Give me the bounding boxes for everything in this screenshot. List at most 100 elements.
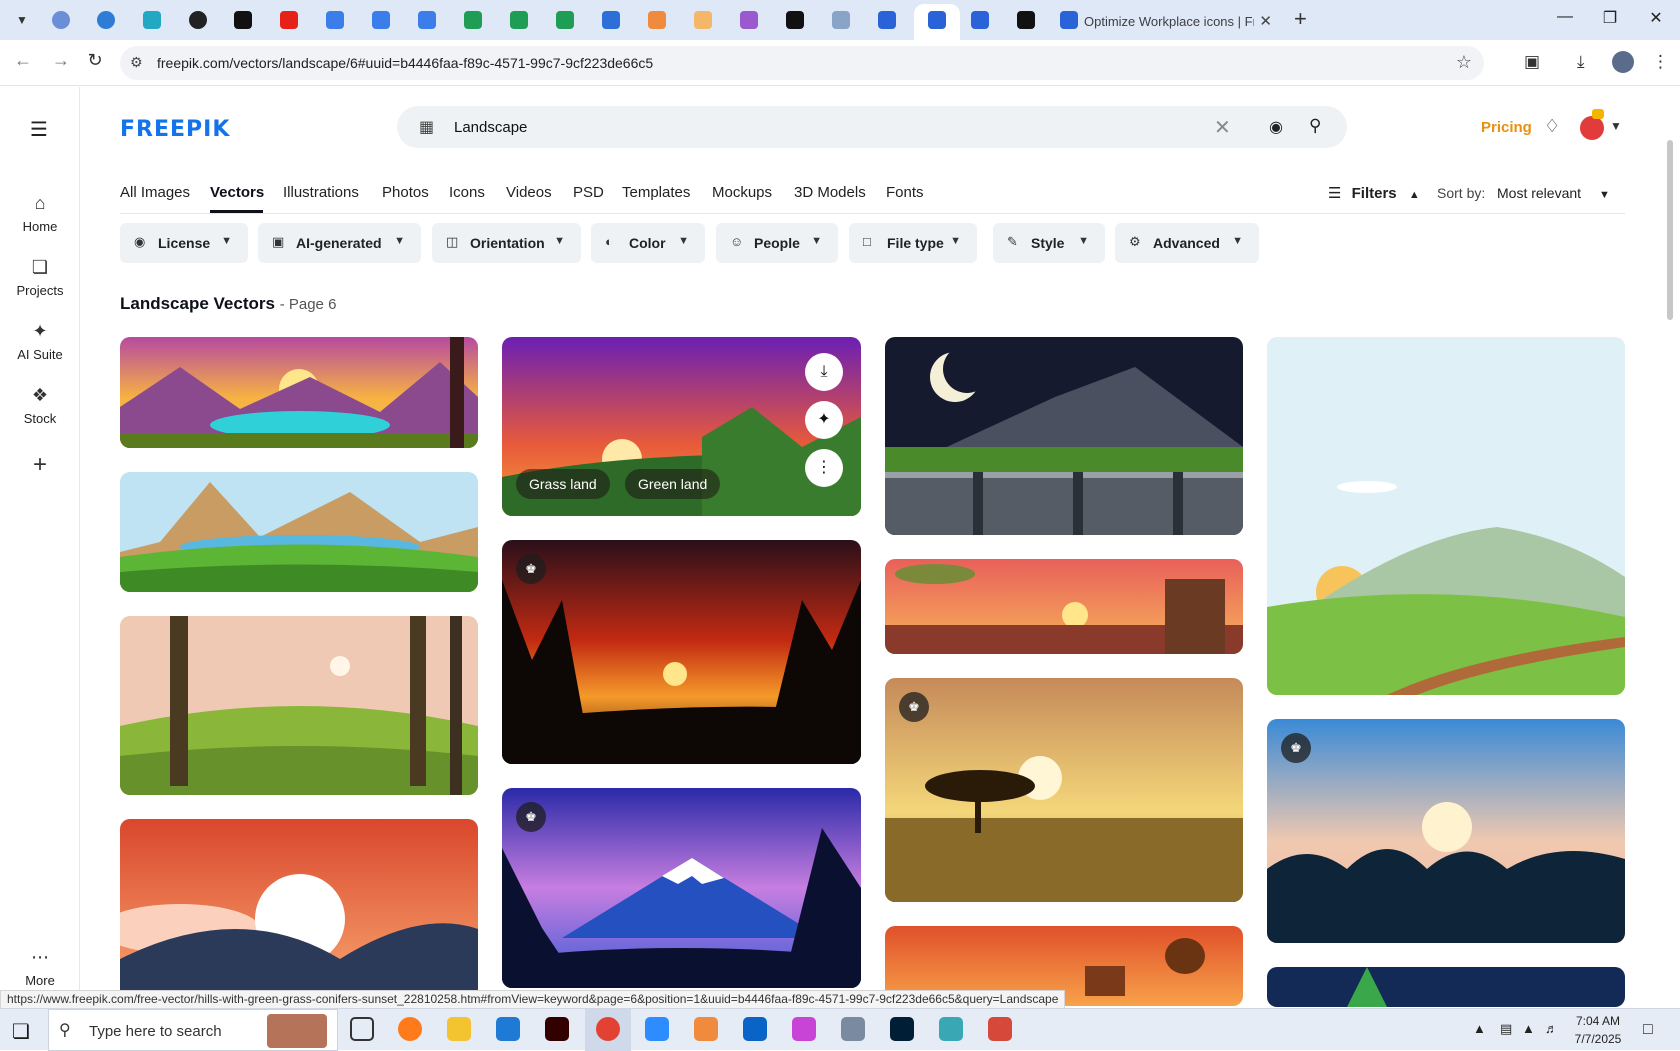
tab-illustrations[interactable]: Illustrations (283, 184, 359, 201)
more-options-button[interactable]: ⋮ (805, 449, 843, 487)
chip-style[interactable]: ✎ Style ▼ (993, 223, 1105, 263)
tab-favicon[interactable] (464, 11, 482, 29)
image-card[interactable] (1267, 967, 1625, 1007)
profile-avatar[interactable] (1612, 51, 1634, 73)
image-card[interactable]: ♚ (502, 788, 861, 988)
sort-dropdown[interactable]: Most relevant ▼ (1497, 185, 1610, 201)
outlook-icon[interactable] (743, 1017, 767, 1041)
add-tool-button[interactable]: + (26, 451, 54, 479)
tab-favicon[interactable] (234, 11, 252, 29)
tab-favicon[interactable] (143, 11, 161, 29)
app-icon[interactable] (939, 1017, 963, 1041)
camera-icon[interactable]: ◉ (1269, 117, 1283, 137)
chip-orientation[interactable]: ◫ Orientation ▼ (432, 223, 581, 263)
image-card[interactable] (1267, 337, 1625, 695)
tab-favicon[interactable] (52, 11, 70, 29)
image-card[interactable] (120, 819, 478, 999)
freepik-logo[interactable]: FREEPIK (120, 117, 230, 142)
tab-favicon[interactable] (280, 11, 298, 29)
tab-favicon[interactable] (372, 11, 390, 29)
restore-button[interactable]: ❐ (1590, 8, 1630, 28)
sidebar-item-home[interactable]: ⌂ Home (0, 193, 80, 234)
tab-psd[interactable]: PSD (573, 184, 604, 201)
image-card[interactable]: ♚ (502, 540, 861, 764)
image-card[interactable] (885, 559, 1243, 654)
download-icon[interactable]: ⤓ (1577, 52, 1585, 72)
search-icon[interactable]: ⚲ (1309, 116, 1321, 136)
hamburger-menu-icon[interactable]: ☰ (30, 117, 48, 142)
extensions-icon[interactable]: ▣ (1524, 52, 1540, 72)
new-tab-button[interactable]: + (1294, 6, 1307, 32)
image-card[interactable]: ♚ (1267, 719, 1625, 943)
tab-favicon[interactable] (648, 11, 666, 29)
close-tab-icon[interactable]: ✕ (1259, 12, 1272, 30)
tab-videos[interactable]: Videos (506, 184, 552, 201)
sidebar-item-ai-suite[interactable]: ✦ AI Suite (0, 321, 80, 362)
chip-ai-generated[interactable]: ▣ AI-generated ▼ (258, 223, 421, 263)
app-icon[interactable] (792, 1017, 816, 1041)
file-explorer-icon[interactable] (447, 1017, 471, 1041)
chrome-icon[interactable] (596, 1017, 620, 1041)
download-button[interactable]: ⤓ (805, 353, 843, 391)
tag-chip[interactable]: Green land (625, 469, 721, 499)
pricing-link[interactable]: Pricing (1481, 119, 1532, 136)
image-card[interactable]: ♚ (885, 678, 1243, 902)
tab-3d-models[interactable]: 3D Models (794, 184, 866, 201)
chip-people[interactable]: ☺ People ▼ (716, 223, 838, 263)
tab-templates[interactable]: Templates (622, 184, 690, 201)
tab-icons[interactable]: Icons (449, 184, 485, 201)
image-card-hovered[interactable]: Grass land Green land ⤓ ✦ ⋮ (502, 337, 861, 516)
firefox-icon[interactable] (398, 1017, 422, 1041)
tab-favicon[interactable] (97, 11, 115, 29)
chip-color[interactable]: ◐ Color ▼ (591, 223, 705, 263)
app-icon[interactable] (841, 1017, 865, 1041)
clear-search-icon[interactable]: ✕ (1214, 115, 1231, 140)
tab-mockups[interactable]: Mockups (712, 184, 772, 201)
search-type-icon[interactable]: ▦ (419, 117, 434, 137)
ai-edit-button[interactable]: ✦ (805, 401, 843, 439)
tab-favicon[interactable] (189, 11, 207, 29)
tab-favicon[interactable] (694, 11, 712, 29)
user-avatar[interactable] (1580, 116, 1604, 140)
close-window-button[interactable]: ✕ (1636, 8, 1676, 28)
tag-chip[interactable]: Grass land (516, 469, 610, 499)
minimize-button[interactable]: — (1545, 8, 1585, 26)
app-icon[interactable] (988, 1017, 1012, 1041)
illustrator-icon[interactable] (545, 1017, 569, 1041)
site-info-icon[interactable]: ⚙ (130, 54, 143, 71)
clock-date[interactable]: 7/7/2025 (1568, 1032, 1628, 1046)
tab-favicon[interactable] (510, 11, 528, 29)
filters-button[interactable]: ☰ Filters ▲ (1328, 184, 1420, 202)
search-input[interactable]: Landscape (454, 119, 527, 136)
tab-favicon[interactable] (971, 11, 989, 29)
wifi-icon[interactable]: ▲ (1522, 1021, 1535, 1036)
tab-favicon[interactable] (786, 11, 804, 29)
bookmark-star-icon[interactable]: ☆ (1456, 52, 1472, 73)
tab-fonts[interactable]: Fonts (886, 184, 924, 201)
image-card[interactable] (120, 337, 478, 448)
browser-menu-icon[interactable]: ⋮ (1652, 52, 1669, 72)
forward-button[interactable]: → (48, 50, 74, 71)
app-icon[interactable] (694, 1017, 718, 1041)
tab-photos[interactable]: Photos (382, 184, 429, 201)
chip-file-type[interactable]: □ File type ▼ (849, 223, 977, 263)
tab-optimize-workplace[interactable]: Optimize Workplace icons | Fre ✕ (1050, 4, 1290, 40)
tab-favicon[interactable] (418, 11, 436, 29)
search-bar[interactable]: ▦ Landscape ✕ ◉ ⚲ (397, 106, 1347, 148)
notification-bell-icon[interactable]: ♢ (1544, 116, 1560, 137)
notifications-icon[interactable]: □ (1643, 1021, 1653, 1039)
volume-icon[interactable]: ♬ (1545, 1021, 1558, 1036)
scrollbar[interactable] (1667, 140, 1673, 320)
zoom-icon[interactable] (645, 1017, 669, 1041)
reload-button[interactable]: ↻ (82, 50, 108, 71)
tab-favicon[interactable] (602, 11, 620, 29)
chevron-down-icon[interactable]: ▼ (1610, 119, 1622, 133)
windows-start-icon[interactable]: ❏ (12, 1019, 30, 1044)
back-button[interactable]: ← (10, 50, 36, 71)
tab-favicon[interactable] (1017, 11, 1035, 29)
tab-favicon[interactable] (740, 11, 758, 29)
photoshop-icon[interactable] (890, 1017, 914, 1041)
tab-favicon[interactable] (832, 11, 850, 29)
image-card[interactable] (120, 616, 478, 795)
tab-all-images[interactable]: All Images (120, 184, 190, 201)
